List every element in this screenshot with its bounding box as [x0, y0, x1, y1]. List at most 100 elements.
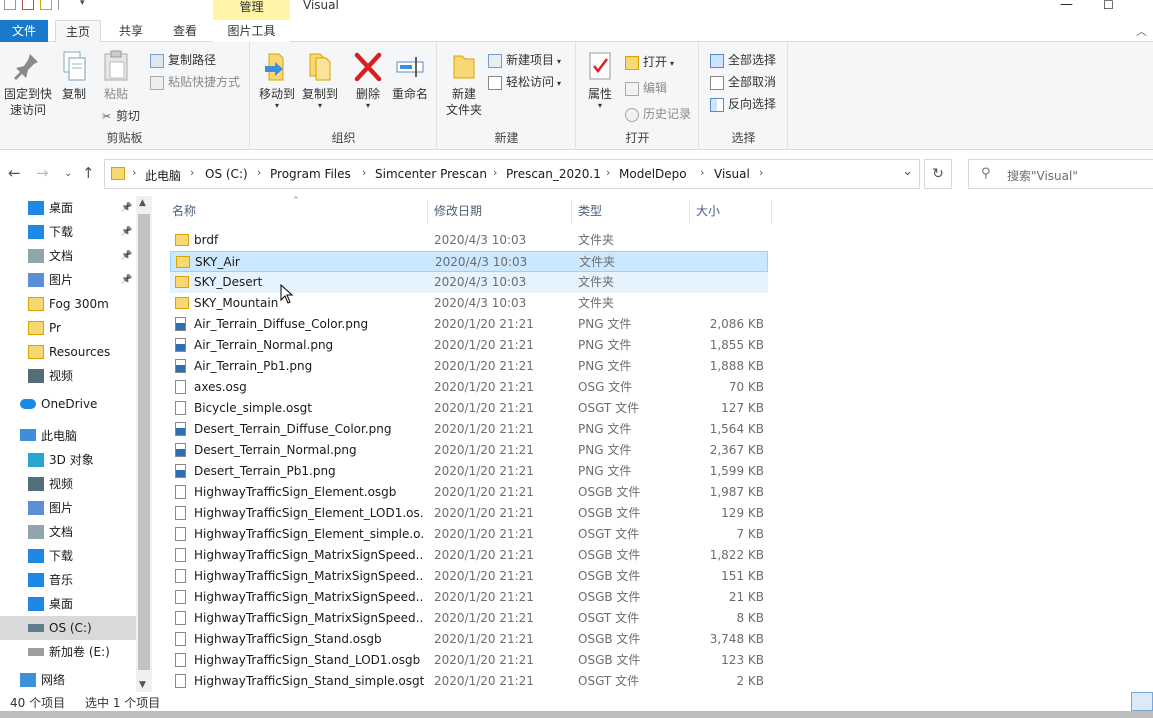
- file-row[interactable]: SKY_Mountain 2020/4/3 10:03 文件夹: [170, 293, 768, 314]
- details-view-button[interactable]: [1131, 692, 1153, 711]
- breadcrumb-visual[interactable]: Visual: [714, 167, 750, 181]
- sidebar-item-quick-6[interactable]: Resources: [0, 340, 136, 364]
- copy-button[interactable]: 复制: [56, 50, 92, 102]
- file-row[interactable]: axes.osg 2020/1/20 21:21 OSG 文件 70 KB: [170, 377, 768, 398]
- recent-locations-chevron-icon[interactable]: ⌄: [64, 168, 72, 179]
- breadcrumb-os-c[interactable]: OS (C:): [205, 167, 248, 181]
- sidebar-item-pc-1[interactable]: 视频: [0, 472, 136, 496]
- file-row[interactable]: HighwayTrafficSign_MatrixSignSpeed... 202…: [170, 587, 768, 608]
- properties-button[interactable]: 属性 ▾: [581, 50, 619, 110]
- copy-path-button[interactable]: 复制路径: [150, 50, 216, 70]
- rename-button[interactable]: 重命名: [387, 50, 433, 102]
- sidebar-item-quick-5[interactable]: Pr: [0, 316, 136, 340]
- file-row[interactable]: SKY_Desert 2020/4/3 10:03 文件夹: [170, 272, 768, 293]
- copy-to-button[interactable]: 复制到 ▾: [298, 50, 342, 110]
- properties-quick-icon[interactable]: [22, 0, 34, 10]
- file-row[interactable]: HighwayTrafficSign_Element.osgb 2020/1/20…: [170, 482, 768, 503]
- column-header-name[interactable]: 名称: [166, 200, 428, 224]
- sidebar-item-pc-3[interactable]: 文档: [0, 520, 136, 544]
- history-button[interactable]: 历史记录: [625, 104, 691, 124]
- file-row[interactable]: Bicycle_simple.osgt 2020/1/20 21:21 OSGT 文…: [170, 398, 768, 419]
- file-row[interactable]: HighwayTrafficSign_MatrixSignSpeed... 202…: [170, 566, 768, 587]
- file-row[interactable]: Air_Terrain_Normal.png 2020/1/20 21:21 PNG…: [170, 335, 768, 356]
- file-row[interactable]: HighwayTrafficSign_Stand.osgb 2020/1/20 2…: [170, 629, 768, 650]
- chevron-down-icon[interactable]: ▾: [80, 0, 85, 8]
- sidebar-item-pc-7[interactable]: OS (C:): [0, 616, 136, 640]
- sidebar-item-quick-4[interactable]: Fog 300m: [0, 292, 136, 316]
- open-button[interactable]: 打开 ▾: [625, 52, 674, 72]
- file-row[interactable]: Desert_Terrain_Diffuse_Color.png 2020/1/2…: [170, 419, 768, 440]
- file-row[interactable]: HighwayTrafficSign_Element_simple.o... 20…: [170, 524, 768, 545]
- sidebar-item-pc-2[interactable]: 图片: [0, 496, 136, 520]
- file-row[interactable]: HighwayTrafficSign_MatrixSignSpeed... 202…: [170, 608, 768, 629]
- select-none-button[interactable]: 全部取消: [710, 72, 776, 92]
- file-row[interactable]: Air_Terrain_Pb1.png 2020/1/20 21:21 PNG 文件…: [170, 356, 768, 377]
- file-row[interactable]: Desert_Terrain_Normal.png 2020/1/20 21:21…: [170, 440, 768, 461]
- cut-button[interactable]: ✂ 剪切: [102, 106, 140, 126]
- sidebar-item-quick-0[interactable]: 桌面 📌: [0, 196, 136, 220]
- move-to-button[interactable]: 移动到 ▾: [255, 50, 299, 110]
- search-box[interactable]: ⚲ 搜索"Visual": [968, 159, 1153, 189]
- sidebar-item-quick-7[interactable]: 视频: [0, 364, 136, 388]
- address-dropdown-chevron-icon[interactable]: ⌄: [902, 164, 913, 179]
- sidebar-item-pc-6[interactable]: 桌面: [0, 592, 136, 616]
- invert-selection-button[interactable]: 反向选择: [710, 94, 776, 114]
- back-arrow-icon[interactable]: ←: [8, 164, 21, 182]
- file-row[interactable]: Air_Terrain_Diffuse_Color.png 2020/1/20 2…: [170, 314, 768, 335]
- manage-tab-header[interactable]: 管理: [213, 0, 290, 20]
- minimize-button[interactable]: —: [1060, 0, 1073, 11]
- folder-icon: [28, 345, 44, 359]
- scroll-down-arrow-icon[interactable]: ▼: [139, 680, 146, 690]
- sidebar-item-pc-8[interactable]: 新加卷 (E:): [0, 640, 136, 664]
- sidebar-item-quick-1[interactable]: 下载 📌: [0, 220, 136, 244]
- sidebar-item-quick-3[interactable]: 图片 📌: [0, 268, 136, 292]
- column-header-date[interactable]: 修改日期: [428, 200, 572, 224]
- breadcrumb-modeldepo[interactable]: ModelDepo: [619, 167, 687, 181]
- file-row[interactable]: SKY_Air 2020/4/3 10:03 文件夹: [170, 251, 768, 272]
- file-row[interactable]: brdf 2020/4/3 10:03 文件夹: [170, 230, 768, 251]
- forward-arrow-icon[interactable]: →: [36, 164, 49, 182]
- tab-home[interactable]: 主页: [55, 20, 101, 43]
- sidebar-item-this-pc[interactable]: 此电脑: [0, 424, 136, 448]
- search-input[interactable]: 搜索"Visual": [1007, 167, 1078, 184]
- easy-access-button[interactable]: 轻松访问 ▾: [488, 72, 561, 92]
- tab-view[interactable]: 查看: [162, 20, 208, 42]
- maximize-button[interactable]: ☐: [1103, 0, 1114, 11]
- tab-file[interactable]: 文件: [0, 20, 48, 42]
- new-item-button[interactable]: 新建项目 ▾: [488, 50, 561, 70]
- sidebar-item-pc-0[interactable]: 3D 对象: [0, 448, 136, 472]
- breadcrumb-prescan-2020-1[interactable]: Prescan_2020.1: [506, 167, 601, 181]
- sidebar-item-network[interactable]: 网络: [0, 668, 136, 692]
- sidebar-item-quick-2[interactable]: 文档 📌: [0, 244, 136, 268]
- paste-shortcut-button[interactable]: 粘贴快捷方式: [150, 72, 240, 92]
- up-arrow-icon[interactable]: ↑: [82, 164, 95, 182]
- select-all-button[interactable]: 全部选择: [710, 50, 776, 70]
- sidebar-item-onedrive[interactable]: OneDrive: [0, 392, 136, 416]
- sidebar-item-pc-4[interactable]: 下载: [0, 544, 136, 568]
- column-header-size[interactable]: 大小: [690, 200, 772, 224]
- refresh-button[interactable]: ↻: [924, 159, 952, 189]
- address-bar[interactable]: › 此电脑 › OS (C:) › Program Files › Simcen…: [104, 159, 920, 189]
- scroll-up-arrow-icon[interactable]: ▲: [139, 198, 146, 208]
- tab-picture-tools[interactable]: 图片工具: [213, 20, 290, 42]
- delete-button[interactable]: 删除 ▾: [351, 50, 385, 110]
- file-row[interactable]: HighwayTrafficSign_Stand_LOD1.osgb 2020/1…: [170, 650, 768, 671]
- edit-button[interactable]: 编辑: [625, 78, 667, 98]
- folder-icon[interactable]: [4, 0, 16, 10]
- new-folder-quick-icon[interactable]: [40, 0, 52, 10]
- file-row[interactable]: Desert_Terrain_Pb1.png 2020/1/20 21:21 PNG…: [170, 461, 768, 482]
- breadcrumb-this-pc[interactable]: 此电脑: [145, 167, 181, 184]
- file-row[interactable]: HighwayTrafficSign_MatrixSignSpeed.... 20…: [170, 545, 768, 566]
- breadcrumb-simcenter-prescan[interactable]: Simcenter Prescan: [375, 167, 487, 181]
- file-row[interactable]: HighwayTrafficSign_Stand_simple.osgt 2020…: [170, 671, 768, 692]
- file-row[interactable]: HighwayTrafficSign_Element_LOD1.os... 202…: [170, 503, 768, 524]
- nav-scrollbar-thumb[interactable]: [138, 214, 150, 670]
- new-folder-button[interactable]: 新建 文件夹: [442, 50, 486, 118]
- pin-to-quick-access-button[interactable]: 固定到快 速访问: [2, 50, 54, 118]
- breadcrumb-program-files[interactable]: Program Files: [270, 167, 351, 181]
- column-header-type[interactable]: 类型: [572, 200, 690, 224]
- sidebar-item-pc-5[interactable]: 音乐: [0, 568, 136, 592]
- tab-share[interactable]: 共享: [108, 20, 154, 42]
- paste-button[interactable]: 粘贴: [98, 50, 134, 102]
- chevron-up-icon[interactable]: ︿: [1136, 23, 1147, 39]
